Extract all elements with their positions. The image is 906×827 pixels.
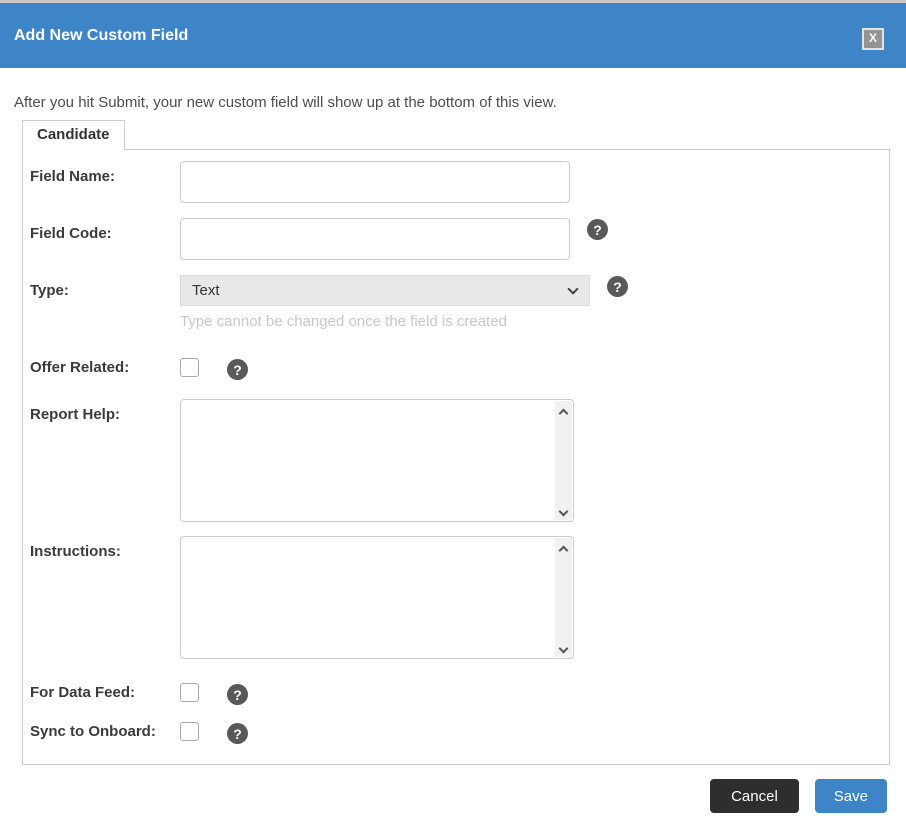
- for-data-feed-label: For Data Feed:: [30, 684, 136, 701]
- instructions-scrollbar[interactable]: [555, 538, 572, 657]
- sync-to-onboard-checkbox[interactable]: [180, 722, 199, 741]
- instructions-input[interactable]: [181, 537, 556, 658]
- report-help-scrollbar[interactable]: [555, 401, 572, 520]
- sync-to-onboard-label: Sync to Onboard:: [30, 723, 156, 740]
- type-help-icon[interactable]: ?: [607, 276, 628, 297]
- dialog-header: Add New Custom Field X: [0, 3, 906, 68]
- instructions-row: Instructions:: [30, 536, 879, 659]
- dialog-footer: Cancel Save: [0, 779, 887, 813]
- for-data-feed-help-icon[interactable]: ?: [227, 684, 248, 705]
- report-help-row: Report Help:: [30, 399, 879, 522]
- type-select-value: Text: [192, 282, 220, 299]
- form-panel: Field Name: Field Code: ? Type: Text ? T…: [22, 149, 890, 765]
- offer-related-help-icon[interactable]: ?: [227, 359, 248, 380]
- scroll-up-icon[interactable]: [558, 408, 569, 419]
- type-label: Type:: [30, 282, 69, 299]
- close-icon[interactable]: X: [862, 28, 884, 50]
- field-code-row: Field Code: ?: [30, 218, 879, 260]
- instructions-textarea[interactable]: [180, 536, 574, 659]
- for-data-feed-row: For Data Feed: ?: [30, 683, 879, 705]
- report-help-label: Report Help:: [30, 406, 120, 423]
- field-name-input[interactable]: [180, 161, 570, 203]
- chevron-down-icon: [567, 282, 579, 295]
- intro-text: After you hit Submit, your new custom fi…: [14, 94, 557, 111]
- field-name-row: Field Name:: [30, 161, 879, 203]
- field-code-help-icon[interactable]: ?: [587, 219, 608, 240]
- report-help-textarea[interactable]: [180, 399, 574, 522]
- cancel-button[interactable]: Cancel: [710, 779, 799, 813]
- dialog-title: Add New Custom Field: [14, 26, 189, 44]
- sync-to-onboard-row: Sync to Onboard: ?: [30, 722, 879, 744]
- offer-related-label: Offer Related:: [30, 359, 130, 376]
- type-note: Type cannot be changed once the field is…: [180, 313, 507, 330]
- instructions-label: Instructions:: [30, 543, 121, 560]
- field-code-label: Field Code:: [30, 225, 112, 242]
- scroll-down-icon[interactable]: [558, 643, 569, 654]
- sync-to-onboard-help-icon[interactable]: ?: [227, 723, 248, 744]
- scroll-up-icon[interactable]: [558, 545, 569, 556]
- save-button[interactable]: Save: [814, 779, 887, 813]
- tab-candidate[interactable]: Candidate: [22, 120, 125, 150]
- offer-related-checkbox[interactable]: [180, 358, 199, 377]
- scroll-down-icon[interactable]: [558, 506, 569, 517]
- field-name-label: Field Name:: [30, 168, 116, 185]
- type-row: Type: Text ?: [30, 275, 879, 306]
- field-code-input[interactable]: [180, 218, 570, 260]
- for-data-feed-checkbox[interactable]: [180, 683, 199, 702]
- report-help-input[interactable]: [181, 400, 556, 521]
- offer-related-row: Offer Related: ?: [30, 358, 879, 380]
- type-select[interactable]: Text: [180, 275, 590, 306]
